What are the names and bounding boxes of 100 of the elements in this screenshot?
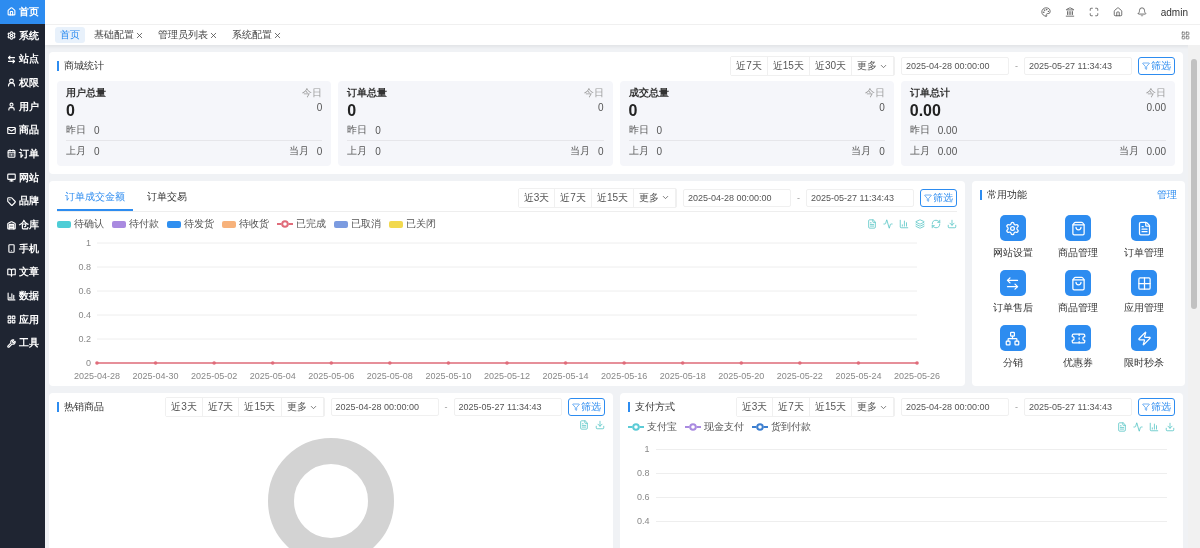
sidebar-item[interactable]: 用户	[0, 94, 45, 119]
legend-item[interactable]: 支付宝	[627, 420, 677, 434]
chart-tab[interactable]: 订单成交金额	[57, 184, 133, 211]
sidebar-item[interactable]: 网站	[0, 165, 45, 190]
download-icon[interactable]	[947, 219, 957, 229]
sidebar-item[interactable]: 应用	[0, 307, 45, 332]
sidebar-item[interactable]: 系统	[0, 23, 45, 48]
sidebar-item[interactable]: 商品	[0, 118, 45, 143]
shortcut-button[interactable]: 订单售后	[980, 270, 1046, 315]
sidebar-item[interactable]: 站点	[0, 47, 45, 72]
legend-item[interactable]: 已取消	[334, 217, 381, 231]
y-axis-label: 0.6	[78, 286, 91, 296]
shortcut-button[interactable]: 商品管理	[1045, 215, 1112, 260]
shortcut-button[interactable]: 商品管理	[1045, 270, 1112, 315]
stat-value: 0	[66, 102, 75, 120]
start-date-field[interactable]: 2025-04-28 00:00:00	[330, 398, 439, 416]
home-icon	[7, 7, 16, 17]
document-icon[interactable]	[578, 420, 589, 430]
end-date-field[interactable]: 2025-05-27 11:34:43	[806, 188, 914, 207]
x-axis-label: 2025-05-08	[366, 371, 413, 381]
this-month-value: 0.00	[1146, 145, 1166, 157]
grid-icon[interactable]	[1181, 30, 1190, 40]
bar-chart-icon[interactable]	[899, 219, 909, 229]
chart-tab[interactable]: 订单交易	[139, 184, 195, 211]
filter-icon	[1142, 62, 1150, 70]
close-icon[interactable]	[209, 30, 218, 40]
scrollbar[interactable]	[1188, 45, 1200, 548]
notification-icon[interactable]	[1136, 7, 1147, 17]
shortcut-button[interactable]: 订单管理	[1111, 215, 1177, 260]
stack-icon[interactable]	[915, 219, 925, 229]
shortcut-button[interactable]: 限时秒杀	[1111, 325, 1177, 370]
page-tab[interactable]: 管理员列表	[153, 27, 223, 43]
document-icon[interactable]	[867, 219, 877, 229]
close-icon[interactable]	[273, 30, 282, 40]
grid-icon	[7, 315, 16, 325]
scrollbar-thumb[interactable]	[1191, 59, 1197, 309]
sidebar-item[interactable]: 手机	[0, 236, 45, 261]
line-chart-icon[interactable]	[883, 219, 893, 229]
bag-tile-icon	[1065, 215, 1092, 241]
legend-item[interactable]: 现金支付	[684, 420, 744, 434]
last-month-value: 0	[656, 145, 663, 157]
wrench-icon	[7, 338, 16, 348]
palette-icon[interactable]	[1040, 7, 1051, 17]
shortcut-button[interactable]: 网站设置	[980, 215, 1046, 260]
bar-chart-icon	[7, 291, 16, 301]
today-value: 0	[879, 102, 885, 113]
page-tab[interactable]: 系统配置	[227, 27, 287, 43]
network-tile-icon	[999, 325, 1026, 351]
line-chart-icon[interactable]	[1133, 422, 1143, 432]
document-icon[interactable]	[1117, 422, 1127, 432]
last-month-label: 上月	[347, 144, 368, 158]
home-icon[interactable]	[1112, 7, 1123, 17]
start-date-field[interactable]: 2025-04-28 00:00:00	[683, 188, 791, 207]
sidebar-item[interactable]: 工具	[0, 331, 45, 356]
stat-value: 0	[628, 102, 638, 120]
user-icon	[7, 78, 16, 88]
start-date-field[interactable]: 2025-04-28 00:00:00	[901, 398, 1009, 416]
user-name[interactable]: admin	[1160, 6, 1188, 18]
refresh-icon[interactable]	[931, 219, 941, 229]
download-icon[interactable]	[594, 420, 605, 430]
sidebar-item[interactable]: 订单	[0, 142, 45, 166]
manage-link[interactable]: 管理	[1157, 188, 1177, 202]
sidebar-item[interactable]: 文章	[0, 260, 45, 285]
filter-button[interactable]: 筛选	[567, 398, 605, 416]
data-point	[212, 361, 216, 365]
bar-chart-icon[interactable]	[1149, 422, 1159, 432]
legend-item[interactable]: 待发货	[167, 217, 214, 231]
legend-item[interactable]: 待付款	[112, 217, 159, 231]
sidebar-item[interactable]: 品牌	[0, 189, 45, 214]
sidebar-item[interactable]: 仓库	[0, 213, 45, 237]
start-date-field[interactable]: 2025-04-28 00:00:00	[901, 57, 1009, 75]
range-button[interactable]: 近7天	[731, 57, 768, 75]
gear-icon	[7, 31, 16, 41]
page-tab[interactable]: 基础配置	[89, 27, 149, 43]
end-date-field[interactable]: 2025-05-27 11:34:43	[1024, 398, 1132, 416]
x-axis-label: 2025-04-28	[74, 371, 120, 381]
x-axis-label: 2025-05-14	[542, 371, 589, 381]
legend-item[interactable]: 货到付款	[751, 420, 811, 434]
legend-item[interactable]: 待收货	[222, 217, 269, 231]
close-icon[interactable]	[135, 30, 144, 40]
sidebar-item[interactable]: 数据	[0, 284, 45, 308]
legend-item[interactable]: 已完成	[277, 217, 326, 231]
building-icon[interactable]	[1064, 7, 1075, 17]
end-date-field[interactable]: 2025-05-27 11:34:43	[1024, 57, 1132, 75]
end-date-field[interactable]: 2025-05-27 11:34:43	[453, 398, 562, 416]
range-button[interactable]: 近3天	[518, 188, 556, 207]
filter-button[interactable]: 筛选	[1138, 398, 1175, 416]
legend-item[interactable]: 待确认	[57, 217, 104, 231]
stat-title: 订单总计	[909, 86, 950, 100]
download-icon[interactable]	[1165, 422, 1175, 432]
fullscreen-icon[interactable]	[1088, 7, 1099, 17]
shortcut-button[interactable]: 应用管理	[1111, 270, 1177, 315]
shortcut-button[interactable]: 优惠券	[1045, 325, 1112, 370]
range-button[interactable]: 近3天	[166, 398, 203, 416]
filter-button[interactable]: 筛选	[1138, 57, 1175, 75]
filter-button[interactable]: 筛选	[920, 188, 957, 207]
range-button[interactable]: 近3天	[736, 398, 774, 416]
sidebar-item[interactable]: 权限	[0, 71, 45, 95]
legend-item[interactable]: 已关闭	[389, 217, 436, 231]
shortcut-button[interactable]: 分销	[980, 325, 1046, 370]
